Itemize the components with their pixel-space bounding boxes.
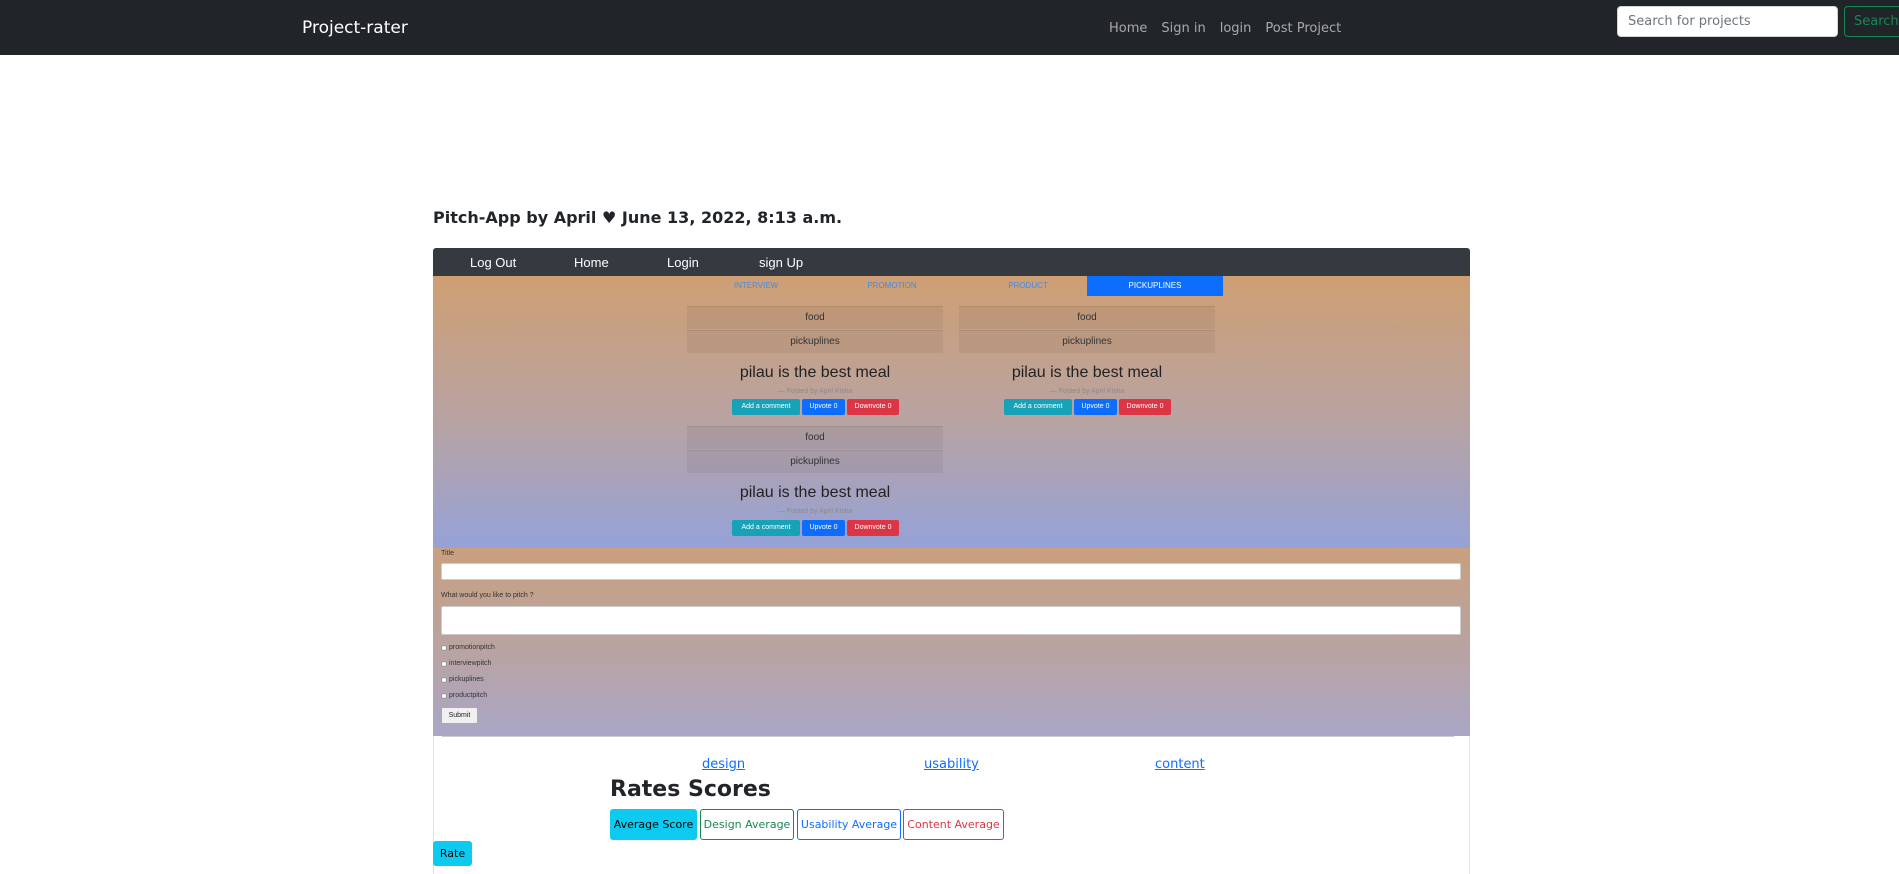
screenshot-downvote-button: Downvote 0	[847, 520, 899, 536]
screenshot-radio-option: promotionpitch	[441, 644, 495, 651]
screenshot-title-label: Title	[441, 550, 454, 557]
screenshot-nav-logout: Log Out	[470, 255, 517, 270]
screenshot-pitch-label: What would you like to pitch ?	[441, 592, 534, 599]
rate-button[interactable]: Rate	[433, 841, 472, 866]
screenshot-comment-button: Add a comment	[732, 520, 800, 536]
nav-link-login[interactable]: login	[1220, 21, 1252, 36]
search-input[interactable]: Search for projects	[1617, 6, 1838, 37]
screenshot-card-subcategory: pickuplines	[959, 330, 1215, 353]
screenshot-card-title: pilau is the best meal	[739, 364, 891, 381]
screenshot-card-category: food	[959, 306, 1215, 329]
screenshot-tab-interview: INTERVIEW	[733, 281, 779, 290]
content-average-button[interactable]: Content Average	[903, 809, 1004, 840]
screenshot-card-meta: — Posted by April Kisha	[777, 388, 853, 395]
screenshot-nav-home: Home	[574, 255, 609, 270]
screenshot-nav-login: Login	[667, 255, 699, 270]
nav-link-sign-in[interactable]: Sign in	[1161, 21, 1205, 36]
design-average-button[interactable]: Design Average	[700, 809, 794, 840]
screenshot-pitch-area	[433, 276, 1470, 548]
screenshot-card-meta: — Posted by April Kisha	[777, 508, 853, 515]
screenshot-navbar: Log Out Home Login sign Up	[433, 248, 1470, 276]
screenshot-card-category: food	[687, 426, 943, 449]
screenshot-upvote-button: Upvote 0	[802, 399, 845, 415]
post-heading: Pitch-App by April ♥ June 13, 2022, 8:13…	[433, 208, 842, 227]
screenshot-comment-button: Add a comment	[1004, 399, 1072, 415]
screenshot-comment-button: Add a comment	[732, 399, 800, 415]
post-date: June 13, 2022, 8:13 a.m.	[621, 208, 843, 227]
brand-logo[interactable]: Project-rater	[302, 18, 408, 38]
screenshot-radio-option: pickuplines	[441, 676, 484, 683]
nav-links: Home Sign in login Post Project	[1109, 21, 1355, 36]
top-navbar: Project-rater Home Sign in login Post Pr…	[0, 0, 1899, 55]
screenshot-downvote-button: Downvote 0	[1119, 399, 1171, 415]
project-screenshot: Log Out Home Login sign Up INTERVIEW PRO…	[433, 248, 1470, 736]
search-button[interactable]: Search	[1844, 6, 1899, 37]
screenshot-card-title: pilau is the best meal	[1011, 364, 1163, 381]
screenshot-card-meta: — Posted by April Kisha	[1049, 388, 1125, 395]
screenshot-card-title: pilau is the best meal	[739, 484, 891, 501]
screenshot-radio-option: productpitch	[441, 692, 487, 699]
content-link[interactable]: content	[1155, 757, 1205, 772]
screenshot-tab-product: PRODUCT	[1008, 281, 1048, 290]
post-title: Pitch-App by April	[433, 208, 597, 227]
screenshot-title-input	[441, 563, 1461, 580]
screenshot-submit-button: Submit	[441, 707, 478, 724]
screenshot-downvote-button: Downvote 0	[847, 399, 899, 415]
screenshot-upvote-button: Upvote 0	[802, 520, 845, 536]
usability-average-button[interactable]: Usability Average	[797, 809, 901, 840]
nav-link-post-project[interactable]: Post Project	[1265, 21, 1341, 36]
rates-scores-heading: Rates Scores	[610, 777, 771, 802]
design-link[interactable]: design	[702, 757, 745, 772]
screenshot-pitch-textarea	[441, 606, 1461, 635]
screenshot-card-subcategory: pickuplines	[687, 450, 943, 473]
heart-icon[interactable]: ♥	[602, 208, 616, 227]
screenshot-upvote-button: Upvote 0	[1074, 399, 1117, 415]
screenshot-tab-promotion: PROMOTION	[867, 281, 917, 290]
divider	[442, 736, 1454, 737]
screenshot-card-category: food	[687, 306, 943, 329]
screenshot-nav-signup: sign Up	[759, 255, 804, 270]
usability-link[interactable]: usability	[924, 757, 979, 772]
screenshot-card-subcategory: pickuplines	[687, 330, 943, 353]
nav-link-home[interactable]: Home	[1109, 21, 1147, 36]
average-score-button[interactable]: Average Score	[610, 809, 697, 840]
screenshot-radio-option: interviewpitch	[441, 660, 491, 667]
screenshot-tab-pickuplines: PICKUPLINES	[1087, 276, 1223, 296]
